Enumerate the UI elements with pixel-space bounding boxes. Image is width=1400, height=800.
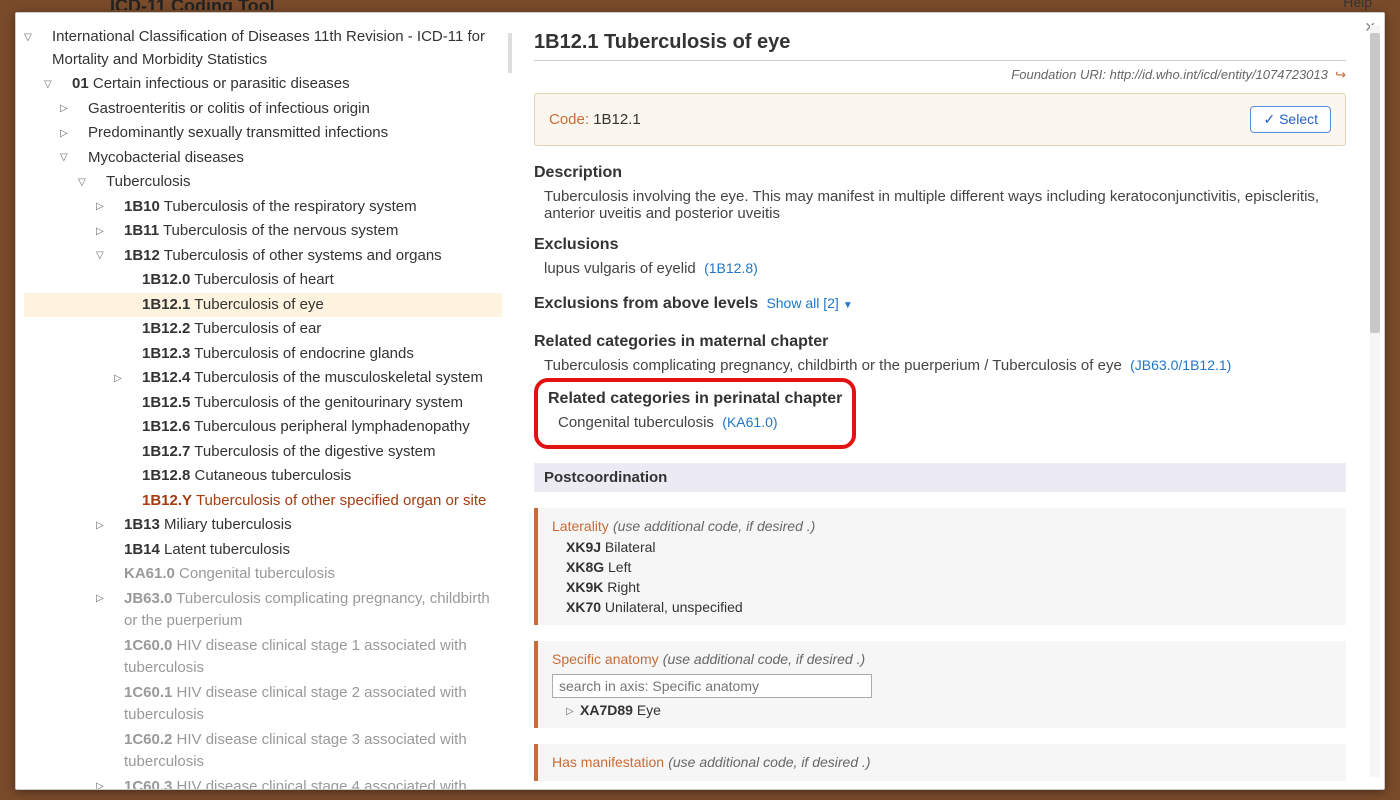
tree-item-secondary[interactable]: ▷JB63.0 Tuberculosis complicating pregna…	[24, 587, 502, 634]
triangle-right-icon[interactable]: ▷	[74, 101, 86, 116]
axis-search-input[interactable]	[552, 674, 872, 698]
tree-item[interactable]: ▷1B12.4 Tuberculosis of the musculoskele…	[24, 366, 502, 391]
annotation-highlight: Related categories in perinatal chapter …	[534, 378, 856, 449]
hierarchy-tree[interactable]: ▽International Classification of Disease…	[16, 13, 506, 789]
axis-has-manifestation: Has manifestation (use additional code, …	[534, 744, 1346, 781]
triangle-down-icon[interactable]: ▽	[58, 77, 70, 92]
triangle-right-icon[interactable]: ▷	[128, 371, 140, 386]
tree-item-secondary[interactable]: ▷1C60.3 HIV disease clinical stage 4 ass…	[24, 775, 502, 790]
background-app-title: ICD-11 Coding Tool	[110, 0, 1350, 10]
triangle-right-icon[interactable]: ▷	[566, 706, 578, 717]
axis-option[interactable]: XK8G Left	[552, 555, 1332, 575]
section-exclusions-above-heading: Exclusions from above levels	[534, 295, 758, 313]
tree-item[interactable]: 1B12.6 Tuberculous peripheral lymphadeno…	[24, 415, 502, 440]
caret-down-icon: ▼	[843, 300, 853, 311]
exclusion-code-link[interactable]: (1B12.8)	[704, 260, 758, 276]
tree-item-secondary[interactable]: 1C60.1 HIV disease clinical stage 2 asso…	[24, 681, 502, 728]
tree-item[interactable]: 1B12.8 Cutaneous tuberculosis	[24, 464, 502, 489]
tree-item[interactable]: ▷Predominantly sexually transmitted infe…	[24, 121, 502, 146]
triangle-down-icon[interactable]: ▽	[74, 150, 86, 165]
entity-detail-modal: ✕ ▽International Classification of Disea…	[15, 12, 1385, 790]
tree-item[interactable]: ▽1B12 Tuberculosis of other systems and …	[24, 244, 502, 269]
triangle-right-icon[interactable]: ▷	[110, 199, 122, 214]
section-description-heading: Description	[534, 164, 1346, 182]
triangle-down-icon[interactable]: ▽	[38, 30, 50, 45]
tree-item[interactable]: ▽Mycobacterial diseases	[24, 146, 502, 171]
tree-item-secondary[interactable]: 1C60.2 HIV disease clinical stage 3 asso…	[24, 728, 502, 775]
axis-option[interactable]: XK9K Right	[552, 575, 1332, 595]
tree-item[interactable]: 1B14 Latent tuberculosis	[24, 538, 502, 563]
tree-item[interactable]: 1B12.3 Tuberculosis of endocrine glands	[24, 342, 502, 367]
tree-item-secondary[interactable]: KA61.0 Congenital tuberculosis	[24, 562, 502, 587]
scrollbar-thumb[interactable]	[1370, 33, 1380, 333]
external-link-icon[interactable]: ↪	[1335, 67, 1346, 82]
axis-option[interactable]: XK9J Bilateral	[552, 535, 1332, 555]
tree-root[interactable]: ▽International Classification of Disease…	[24, 25, 502, 72]
exclusion-item: lupus vulgaris of eyelid (1B12.8)	[534, 260, 1346, 277]
entity-title: 1B12.1 Tuberculosis of eye	[534, 31, 1346, 61]
tree-item[interactable]: ▷Gastroenteritis or colitis of infectiou…	[24, 97, 502, 122]
section-maternal-heading: Related categories in maternal chapter	[534, 333, 1346, 351]
tree-item[interactable]: ▷1B13 Miliary tuberculosis	[24, 513, 502, 538]
axis-laterality: Laterality (use additional code, if desi…	[534, 508, 1346, 625]
code-box: Code: 1B12.1 ✓ Select	[534, 93, 1346, 146]
section-perinatal-heading: Related categories in perinatal chapter	[548, 390, 842, 408]
description-text: Tuberculosis involving the eye. This may…	[534, 188, 1346, 222]
axis-title: Has manifestation	[552, 754, 664, 770]
perinatal-code-link[interactable]: (KA61.0)	[722, 414, 777, 430]
tree-item[interactable]: ▷1B11 Tuberculosis of the nervous system	[24, 219, 502, 244]
show-all-link[interactable]: Show all [2]▼	[766, 295, 852, 311]
foundation-uri: Foundation URI: http://id.who.int/icd/en…	[534, 67, 1346, 83]
triangle-right-icon[interactable]: ▷	[110, 224, 122, 239]
tree-item-secondary[interactable]: 1C60.0 HIV disease clinical stage 1 asso…	[24, 634, 502, 681]
axis-option[interactable]: XK70 Unilateral, unspecified	[552, 595, 1332, 615]
tree-item[interactable]: ▷1B10 Tuberculosis of the respiratory sy…	[24, 195, 502, 220]
select-button[interactable]: ✓ Select	[1250, 106, 1331, 133]
axis-specific-anatomy: Specific anatomy (use additional code, i…	[534, 641, 1346, 728]
tree-item[interactable]: 1B12.0 Tuberculosis of heart	[24, 268, 502, 293]
maternal-item: Tuberculosis complicating pregnancy, chi…	[534, 357, 1346, 374]
pane-splitter[interactable]	[506, 13, 514, 789]
triangle-right-icon[interactable]: ▷	[74, 126, 86, 141]
tree-item[interactable]: ▽Tuberculosis	[24, 170, 502, 195]
entity-detail-panel: 1B12.1 Tuberculosis of eye Foundation UR…	[514, 13, 1384, 789]
maternal-code-link[interactable]: (JB63.0/1B12.1)	[1130, 357, 1231, 373]
axis-title: Specific anatomy	[552, 651, 659, 667]
axis-note: (use additional code, if desired .)	[613, 518, 815, 534]
tree-chapter-01[interactable]: ▽01 Certain infectious or parasitic dise…	[24, 72, 502, 97]
code-value: 1B12.1	[593, 111, 641, 128]
axis-option[interactable]: ▷XA7D89 Eye	[552, 698, 1332, 718]
section-exclusions-heading: Exclusions	[534, 236, 1346, 254]
triangle-right-icon[interactable]: ▷	[110, 779, 122, 789]
tree-item-residual[interactable]: 1B12.Y Tuberculosis of other specified o…	[24, 489, 502, 514]
triangle-right-icon[interactable]: ▷	[110, 518, 122, 533]
tree-item[interactable]: 1B12.5 Tuberculosis of the genitourinary…	[24, 391, 502, 416]
code-label: Code:	[549, 111, 589, 128]
background-help-link: Help	[1343, 0, 1372, 10]
axis-title: Laterality	[552, 518, 609, 534]
triangle-right-icon[interactable]: ▷	[110, 591, 122, 606]
tree-item[interactable]: 1B12.2 Tuberculosis of ear	[24, 317, 502, 342]
axis-note: (use additional code, if desired .)	[668, 754, 870, 770]
postcoordination-header: Postcoordination	[534, 463, 1346, 492]
tree-item-selected[interactable]: 1B12.1 Tuberculosis of eye	[24, 293, 502, 318]
triangle-down-icon[interactable]: ▽	[92, 175, 104, 190]
perinatal-item: Congenital tuberculosis (KA61.0)	[548, 414, 842, 431]
triangle-down-icon[interactable]: ▽	[110, 248, 122, 263]
tree-item[interactable]: 1B12.7 Tuberculosis of the digestive sys…	[24, 440, 502, 465]
axis-note: (use additional code, if desired .)	[663, 651, 865, 667]
